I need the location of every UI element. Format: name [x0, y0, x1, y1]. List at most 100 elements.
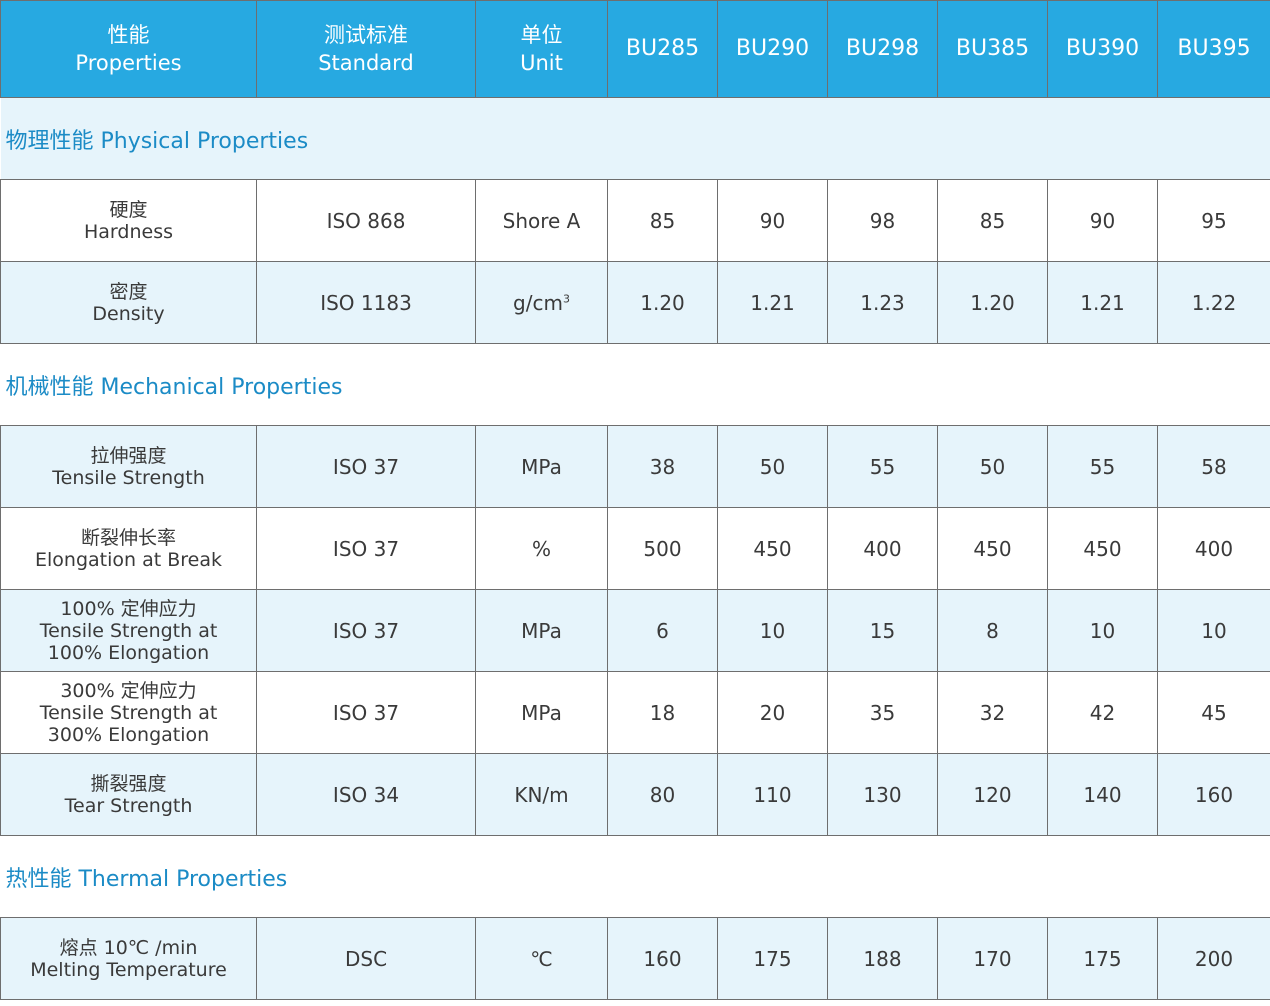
value-cell: 1.20 [937, 261, 1048, 344]
property-cell: 熔点 10℃ /min Melting Temperature [0, 917, 257, 1000]
property-cell: 300% 定伸应力 Tensile Strength at 300% Elong… [0, 671, 257, 754]
value-cell: 38 [607, 425, 718, 508]
value-cell: 95 [1157, 179, 1270, 262]
section-title: 机械性能 Mechanical Properties [0, 343, 1270, 426]
property-cell: 撕裂强度 Tear Strength [0, 753, 257, 836]
value-cell: 45 [1157, 671, 1270, 754]
value-cell: 160 [607, 917, 718, 1000]
value-cell: 1.23 [827, 261, 938, 344]
unit-text: g/cm [513, 290, 563, 315]
value-cell: 110 [717, 753, 828, 836]
unit-cell: MPa [475, 425, 608, 508]
property-en: Melting Temperature [30, 958, 227, 981]
header-model: BU390 [1047, 0, 1158, 98]
table-header-row: 性能 Properties 测试标准 Standard 单位 Unit BU28… [0, 0, 1270, 98]
header-model: BU285 [607, 0, 718, 98]
section-row: 物理性能 Physical Properties [0, 97, 1270, 180]
header-standard: 测试标准 Standard [256, 0, 476, 98]
value-cell: 85 [607, 179, 718, 262]
property-cell: 硬度 Hardness [0, 179, 257, 262]
property-zh: 密度 [109, 280, 148, 303]
unit-cell: % [475, 507, 608, 590]
properties-table: 性能 Properties 测试标准 Standard 单位 Unit BU28… [0, 0, 1270, 1000]
property-zh: 断裂伸长率 [80, 526, 176, 549]
value-cell: 6 [607, 589, 718, 672]
property-en: Tear Strength [64, 794, 193, 817]
value-cell: 175 [717, 917, 828, 1000]
property-zh: 100% 定伸应力 [60, 597, 197, 620]
property-en: Density [92, 302, 165, 325]
header-standard-zh: 测试标准 [324, 23, 408, 47]
property-en: Tensile Strength at [39, 619, 218, 642]
header-properties-en: Properties [75, 51, 182, 75]
unit-cell: ℃ [475, 917, 608, 1000]
standard-cell: ISO 34 [256, 753, 476, 836]
header-unit-zh: 单位 [520, 23, 563, 47]
property-en: Tensile Strength [52, 466, 205, 489]
value-cell: 80 [607, 753, 718, 836]
table-row: 100% 定伸应力 Tensile Strength at 100% Elong… [0, 589, 1270, 672]
value-cell: 200 [1157, 917, 1270, 1000]
header-standard-en: Standard [318, 51, 414, 75]
standard-cell: ISO 37 [256, 671, 476, 754]
value-cell: 85 [937, 179, 1048, 262]
property-en: Hardness [84, 220, 173, 243]
value-cell: 188 [827, 917, 938, 1000]
value-cell: 450 [937, 507, 1048, 590]
unit-cell: KN/m [475, 753, 608, 836]
value-cell: 90 [717, 179, 828, 262]
property-cell: 拉伸强度 Tensile Strength [0, 425, 257, 508]
value-cell: 20 [717, 671, 828, 754]
value-cell: 42 [1047, 671, 1158, 754]
property-zh: 硬度 [109, 198, 148, 221]
value-cell: 50 [717, 425, 828, 508]
table-row: 撕裂强度 Tear Strength ISO 34 KN/m 80 110 13… [0, 753, 1270, 836]
value-cell: 55 [827, 425, 938, 508]
header-unit-en: Unit [520, 51, 563, 75]
header-model: BU385 [937, 0, 1048, 98]
header-model: BU298 [827, 0, 938, 98]
property-zh: 撕裂强度 [90, 772, 167, 795]
table-row: 300% 定伸应力 Tensile Strength at 300% Elong… [0, 671, 1270, 754]
header-properties-zh: 性能 [107, 23, 150, 47]
property-en-line2: 300% Elongation [47, 723, 210, 746]
section-row: 机械性能 Mechanical Properties [0, 343, 1270, 426]
header-model: BU290 [717, 0, 828, 98]
table-row: 熔点 10℃ /min Melting Temperature DSC ℃ 16… [0, 917, 1270, 1000]
standard-cell: ISO 37 [256, 425, 476, 508]
property-en: Tensile Strength at [39, 701, 218, 724]
standard-cell: ISO 1183 [256, 261, 476, 344]
value-cell: 130 [827, 753, 938, 836]
property-cell: 断裂伸长率 Elongation at Break [0, 507, 257, 590]
unit-cell: Shore A [475, 179, 608, 262]
value-cell: 90 [1047, 179, 1158, 262]
value-cell: 58 [1157, 425, 1270, 508]
value-cell: 160 [1157, 753, 1270, 836]
section-title: 物理性能 Physical Properties [0, 97, 1270, 180]
table-row: 断裂伸长率 Elongation at Break ISO 37 % 500 4… [0, 507, 1270, 590]
unit-cell: g/cm3 [475, 261, 608, 344]
property-zh: 300% 定伸应力 [60, 679, 197, 702]
value-cell: 10 [1047, 589, 1158, 672]
table-row: 拉伸强度 Tensile Strength ISO 37 MPa 38 50 5… [0, 425, 1270, 508]
table-row: 密度 Density ISO 1183 g/cm3 1.20 1.21 1.23… [0, 261, 1270, 344]
value-cell: 450 [717, 507, 828, 590]
property-zh: 熔点 10℃ /min [59, 936, 198, 959]
value-cell: 1.21 [717, 261, 828, 344]
value-cell: 10 [1157, 589, 1270, 672]
standard-cell: ISO 37 [256, 589, 476, 672]
value-cell: 15 [827, 589, 938, 672]
unit-cell: MPa [475, 589, 608, 672]
section-title: 热性能 Thermal Properties [0, 835, 1270, 918]
value-cell: 170 [937, 917, 1048, 1000]
value-cell: 400 [827, 507, 938, 590]
value-cell: 18 [607, 671, 718, 754]
section-row: 热性能 Thermal Properties [0, 835, 1270, 918]
value-cell: 140 [1047, 753, 1158, 836]
header-model: BU395 [1157, 0, 1270, 98]
value-cell: 50 [937, 425, 1048, 508]
table-row: 硬度 Hardness ISO 868 Shore A 85 90 98 85 … [0, 179, 1270, 262]
property-cell: 100% 定伸应力 Tensile Strength at 100% Elong… [0, 589, 257, 672]
property-zh: 拉伸强度 [90, 444, 167, 467]
property-cell: 密度 Density [0, 261, 257, 344]
